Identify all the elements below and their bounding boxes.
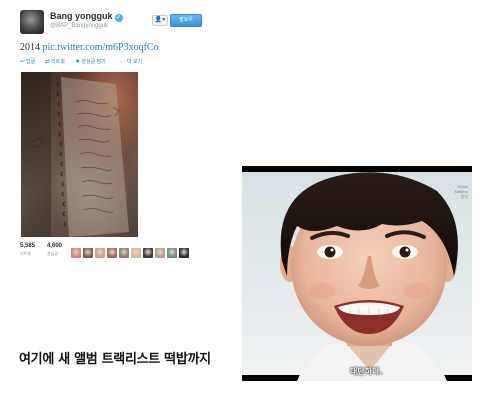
tweet-actions: ↩답글 ⇄리트윗 ★관심글 담기 ···더 보기 [20,58,212,66]
favorite-label: 관심글 담기 [81,59,106,65]
tv-screencap: Music Matters 음악 대단하다. [242,166,472,381]
tweet-photo[interactable] [21,72,138,237]
star-icon: ★ [75,59,81,65]
verified-badge-icon: ✓ [114,14,123,22]
user-handle[interactable]: @BAP_Bangyongguk [50,23,108,29]
tweet-year: 2014 [20,42,40,53]
retweet-count-label: 리트윗 [20,251,32,256]
retweet-count-value: 5,585 [20,243,36,249]
reply-icon: ↩ [20,59,26,65]
reply-label: 답글 [26,59,36,65]
favorite-count-value: 4,600 [47,243,63,249]
favorite-action[interactable]: ★관심글 담기 [75,58,106,66]
smiling-man-illustration [242,172,472,381]
favoriter-avatar[interactable] [95,248,105,258]
more-label: 더 보기 [127,59,143,65]
tweet-photo-link[interactable]: pic.twitter.com/m6P3xoqfCo [43,42,159,53]
favoriter-avatar[interactable] [155,248,165,258]
display-name-text[interactable]: Bang yongguk [50,11,113,21]
favoriter-avatar[interactable] [119,248,129,258]
favoriter-avatar[interactable] [71,248,81,258]
notebook-photo-art [21,72,129,237]
retweet-action[interactable]: ⇄리트윗 [45,58,65,66]
more-action[interactable]: ···더 보기 [120,58,142,66]
post-caption: 여기에 새 앨범 트랙리스트 떡밥까지 [19,352,211,367]
broadcast-watermark: Music Matters 음악 [454,184,468,199]
favoriter-avatar[interactable] [179,248,189,258]
reply-action[interactable]: ↩답글 [20,58,35,66]
favoriter-avatar[interactable] [143,248,153,258]
tweet-text: 2014 pic.twitter.com/m6P3xoqfCo [20,42,159,53]
favoriter-avatar[interactable] [167,248,177,258]
favoriter-avatar[interactable] [83,248,93,258]
retweet-icon: ⇄ [45,59,51,65]
retweet-count[interactable]: 5,585 리트윗 [20,243,35,257]
favorite-count[interactable]: 4,600 관심글 [47,243,62,257]
more-icon: ··· [120,59,126,65]
favorite-count-label: 관심글 [47,251,59,256]
tweet-stats: 5,585 리트윗 4,600 관심글 [20,243,212,265]
favoriter-avatar[interactable] [107,248,117,258]
user-avatar[interactable] [20,10,44,34]
favoriter-avatar[interactable] [131,248,141,258]
follow-button[interactable]: 팔로우 [170,14,202,27]
user-actions-button[interactable]: 👤▾ [152,15,168,26]
retweet-label: 리트윗 [51,59,65,65]
display-name[interactable]: Bang yongguk ✓ [50,11,123,22]
screencap-subtitle: 대단하다. [350,367,383,376]
